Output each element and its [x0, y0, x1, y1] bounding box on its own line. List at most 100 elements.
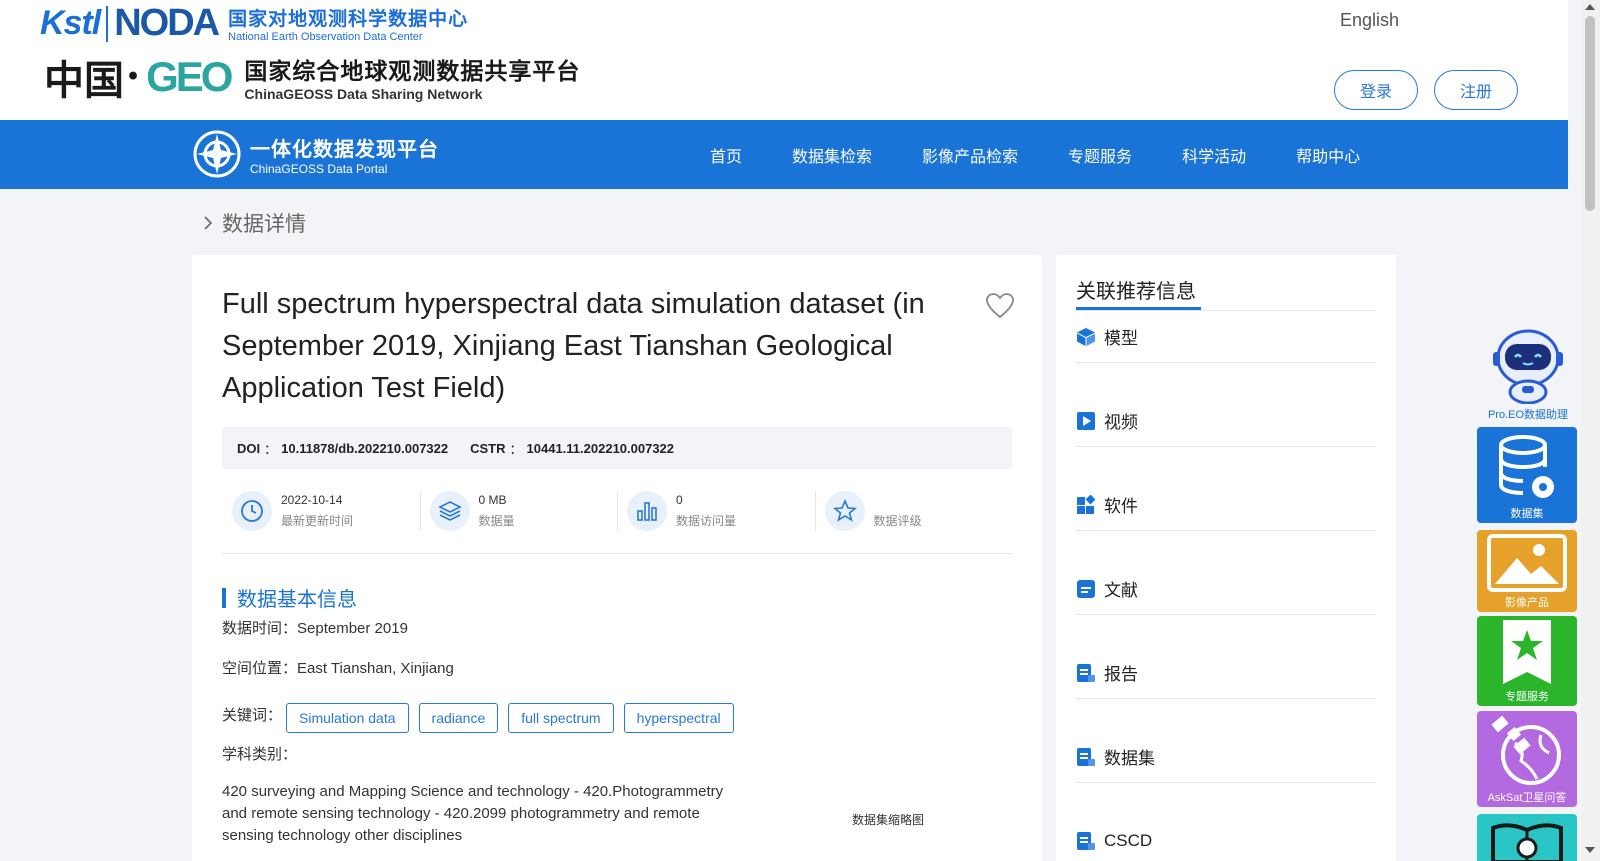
breadcrumb: 数据详情	[200, 208, 306, 238]
widget-label: 数据集	[1510, 508, 1544, 520]
keyword-tag[interactable]: Simulation data	[286, 703, 409, 733]
stat-value: 2022-10-14	[281, 493, 343, 507]
scroll-thumb[interactable]	[1585, 16, 1595, 211]
noda-logo-text: NODA	[114, 2, 220, 44]
nav-item-science-activity[interactable]: 科学活动	[1182, 143, 1246, 167]
cstr-value[interactable]: 10441.11.202210.007322	[527, 441, 675, 456]
section-accent-bar	[222, 587, 226, 608]
stat-label: 最新更新时间	[281, 514, 354, 528]
nav-item-help-center[interactable]: 帮助中心	[1296, 143, 1360, 167]
side-item-label: 视频	[1104, 413, 1138, 432]
report-icon	[1077, 663, 1095, 682]
china-logo-text: 中国	[44, 57, 124, 104]
nav-item-special-service[interactable]: 专题服务	[1068, 143, 1132, 167]
widget-special-service[interactable]: 专题服务	[1477, 616, 1577, 706]
widget-label: AskSat卫星问答	[1487, 792, 1567, 804]
subject-label: 学科类别：	[222, 746, 298, 763]
portal-logo-caption: 一体化数据发现平台 ChinaGEOSS Data Portal	[250, 133, 439, 176]
noda-logo-caption: 国家对地观测科学数据中心 National Earth Observation …	[228, 4, 468, 43]
logo-dot: •	[126, 64, 141, 90]
dataset-stats: 2022-10-14 最新更新时间 0 MB 数据量 0 数据访问量 数据评级	[222, 487, 1012, 535]
apps-icon	[1077, 494, 1096, 514]
side-item-label: 报告	[1104, 665, 1138, 684]
doi-value[interactable]: 10.11878/db.202210.007322	[281, 441, 448, 456]
noda-logo[interactable]: Kstl NODA 国家对地观测科学数据中心 National Earth Ob…	[40, 2, 468, 45]
image-gallery-icon	[1487, 534, 1567, 592]
database-gear-icon	[1499, 435, 1554, 498]
side-item-software[interactable]: 软件	[1076, 479, 1376, 531]
play-icon	[1077, 411, 1095, 430]
stat-label: 数据访问量	[676, 514, 737, 528]
language-switch-link[interactable]: English	[1340, 10, 1399, 31]
widget-dataset[interactable]: 数据集	[1477, 427, 1577, 523]
info-value: East Tianshan, Xinjiang	[297, 660, 454, 677]
kstl-logo-text: Kstl	[40, 4, 101, 42]
nav-menu: 首页 数据集检索 影像产品检索 专题服务 科学活动 帮助中心	[710, 120, 1410, 189]
side-item-model[interactable]: 模型	[1076, 311, 1376, 363]
stat-value: 0	[676, 493, 683, 507]
portal-title-cn: 一体化数据发现平台	[250, 138, 439, 161]
bookmark-star-icon	[1503, 620, 1551, 684]
clock-icon	[232, 491, 272, 531]
widget-label: 影像产品	[1505, 597, 1549, 609]
cstr-separator: ：	[509, 441, 523, 457]
side-item-literature[interactable]: 文献	[1076, 563, 1376, 615]
keyword-tag[interactable]: full spectrum	[508, 703, 614, 733]
robot-assistant-icon	[1493, 329, 1563, 404]
doi-label: DOI	[237, 440, 261, 456]
side-item-label: CSCD	[1104, 830, 1153, 850]
portal-title-en: ChinaGEOSS Data Portal	[250, 161, 388, 176]
portal-compass-icon	[193, 130, 241, 178]
stat-data-size: 0 MB 数据量	[419, 487, 618, 535]
document-icon	[1077, 579, 1095, 598]
thumbnail-label: 数据集缩略图	[852, 813, 925, 827]
keyword-tag[interactable]: radiance	[418, 703, 499, 733]
side-item-video[interactable]: 视频	[1076, 395, 1376, 447]
widget-book[interactable]	[1477, 814, 1577, 861]
page-scrollbar[interactable]	[1581, 0, 1600, 861]
nav-item-image-search[interactable]: 影像产品检索	[922, 143, 1018, 167]
info-value: September 2019	[297, 620, 408, 637]
keywords-label: 关键词：	[222, 706, 283, 724]
geo-logo-text: GEO	[146, 53, 233, 100]
favorite-heart-icon[interactable]	[986, 293, 1014, 319]
side-item-cscd[interactable]: CSCD	[1076, 815, 1376, 861]
star-icon[interactable]	[824, 491, 865, 531]
cstr-label: CSTR	[470, 440, 506, 456]
chinageo-logo[interactable]: 中国 • GEO 国家综合地球观测数据共享平台 ChinaGEOSS Data …	[44, 48, 580, 106]
widget-image-products[interactable]: 影像产品	[1477, 530, 1577, 612]
satellite-globe-icon	[1491, 715, 1561, 785]
side-item-label: 文献	[1104, 581, 1138, 600]
nav-item-dataset-search[interactable]: 数据集检索	[792, 143, 872, 167]
stat-value: 0 MB	[478, 493, 507, 507]
chinageo-logo-en: ChinaGEOSS Data Sharing Network	[244, 86, 483, 102]
nav-item-home[interactable]: 首页	[710, 143, 742, 167]
info-data-time: 数据时间：September 2019	[222, 617, 408, 638]
chinageo-logo-cn: 国家综合地球观测数据共享平台	[244, 58, 581, 84]
register-button[interactable]: 注册	[1434, 70, 1518, 110]
widget-asksat[interactable]: AskSat卫星问答	[1477, 711, 1577, 807]
scroll-up-arrow-icon[interactable]	[1585, 4, 1595, 10]
breadcrumb-current: 数据详情	[222, 213, 306, 236]
open-book-icon	[1491, 823, 1563, 861]
dataset-detail-card: Full spectrum hyperspectral data simulat…	[192, 255, 1042, 861]
subject-value: 420 surveying and Mapping Science and te…	[222, 783, 724, 844]
info-location: 空间位置：East Tianshan, Xinjiang	[222, 657, 454, 678]
layers-icon	[429, 491, 470, 531]
noda-logo-cn: 国家对地观测科学数据中心	[228, 9, 469, 30]
doi-separator: ：	[264, 441, 278, 457]
portal-logo[interactable]: 一体化数据发现平台 ChinaGEOSS Data Portal	[192, 129, 439, 179]
side-title: 关联推荐信息	[1076, 281, 1196, 303]
side-item-report[interactable]: 报告	[1076, 647, 1376, 699]
side-item-dataset[interactable]: 数据集	[1076, 731, 1376, 783]
scroll-down-arrow-icon[interactable]	[1585, 847, 1595, 853]
report-icon	[1077, 747, 1095, 766]
divider	[222, 553, 1012, 554]
keyword-tag[interactable]: hyperspectral	[623, 703, 734, 733]
side-title-underline	[1076, 307, 1201, 310]
chevron-right-icon	[204, 216, 213, 230]
stat-update-time: 2022-10-14 最新更新时间	[222, 487, 420, 535]
doi-cstr-box: DOI ： 10.11878/db.202210.007322 CSTR ： 1…	[222, 427, 1012, 469]
login-button[interactable]: 登录	[1334, 70, 1418, 110]
assistant-widget[interactable]: Pro.EO数据助理	[1478, 324, 1578, 422]
